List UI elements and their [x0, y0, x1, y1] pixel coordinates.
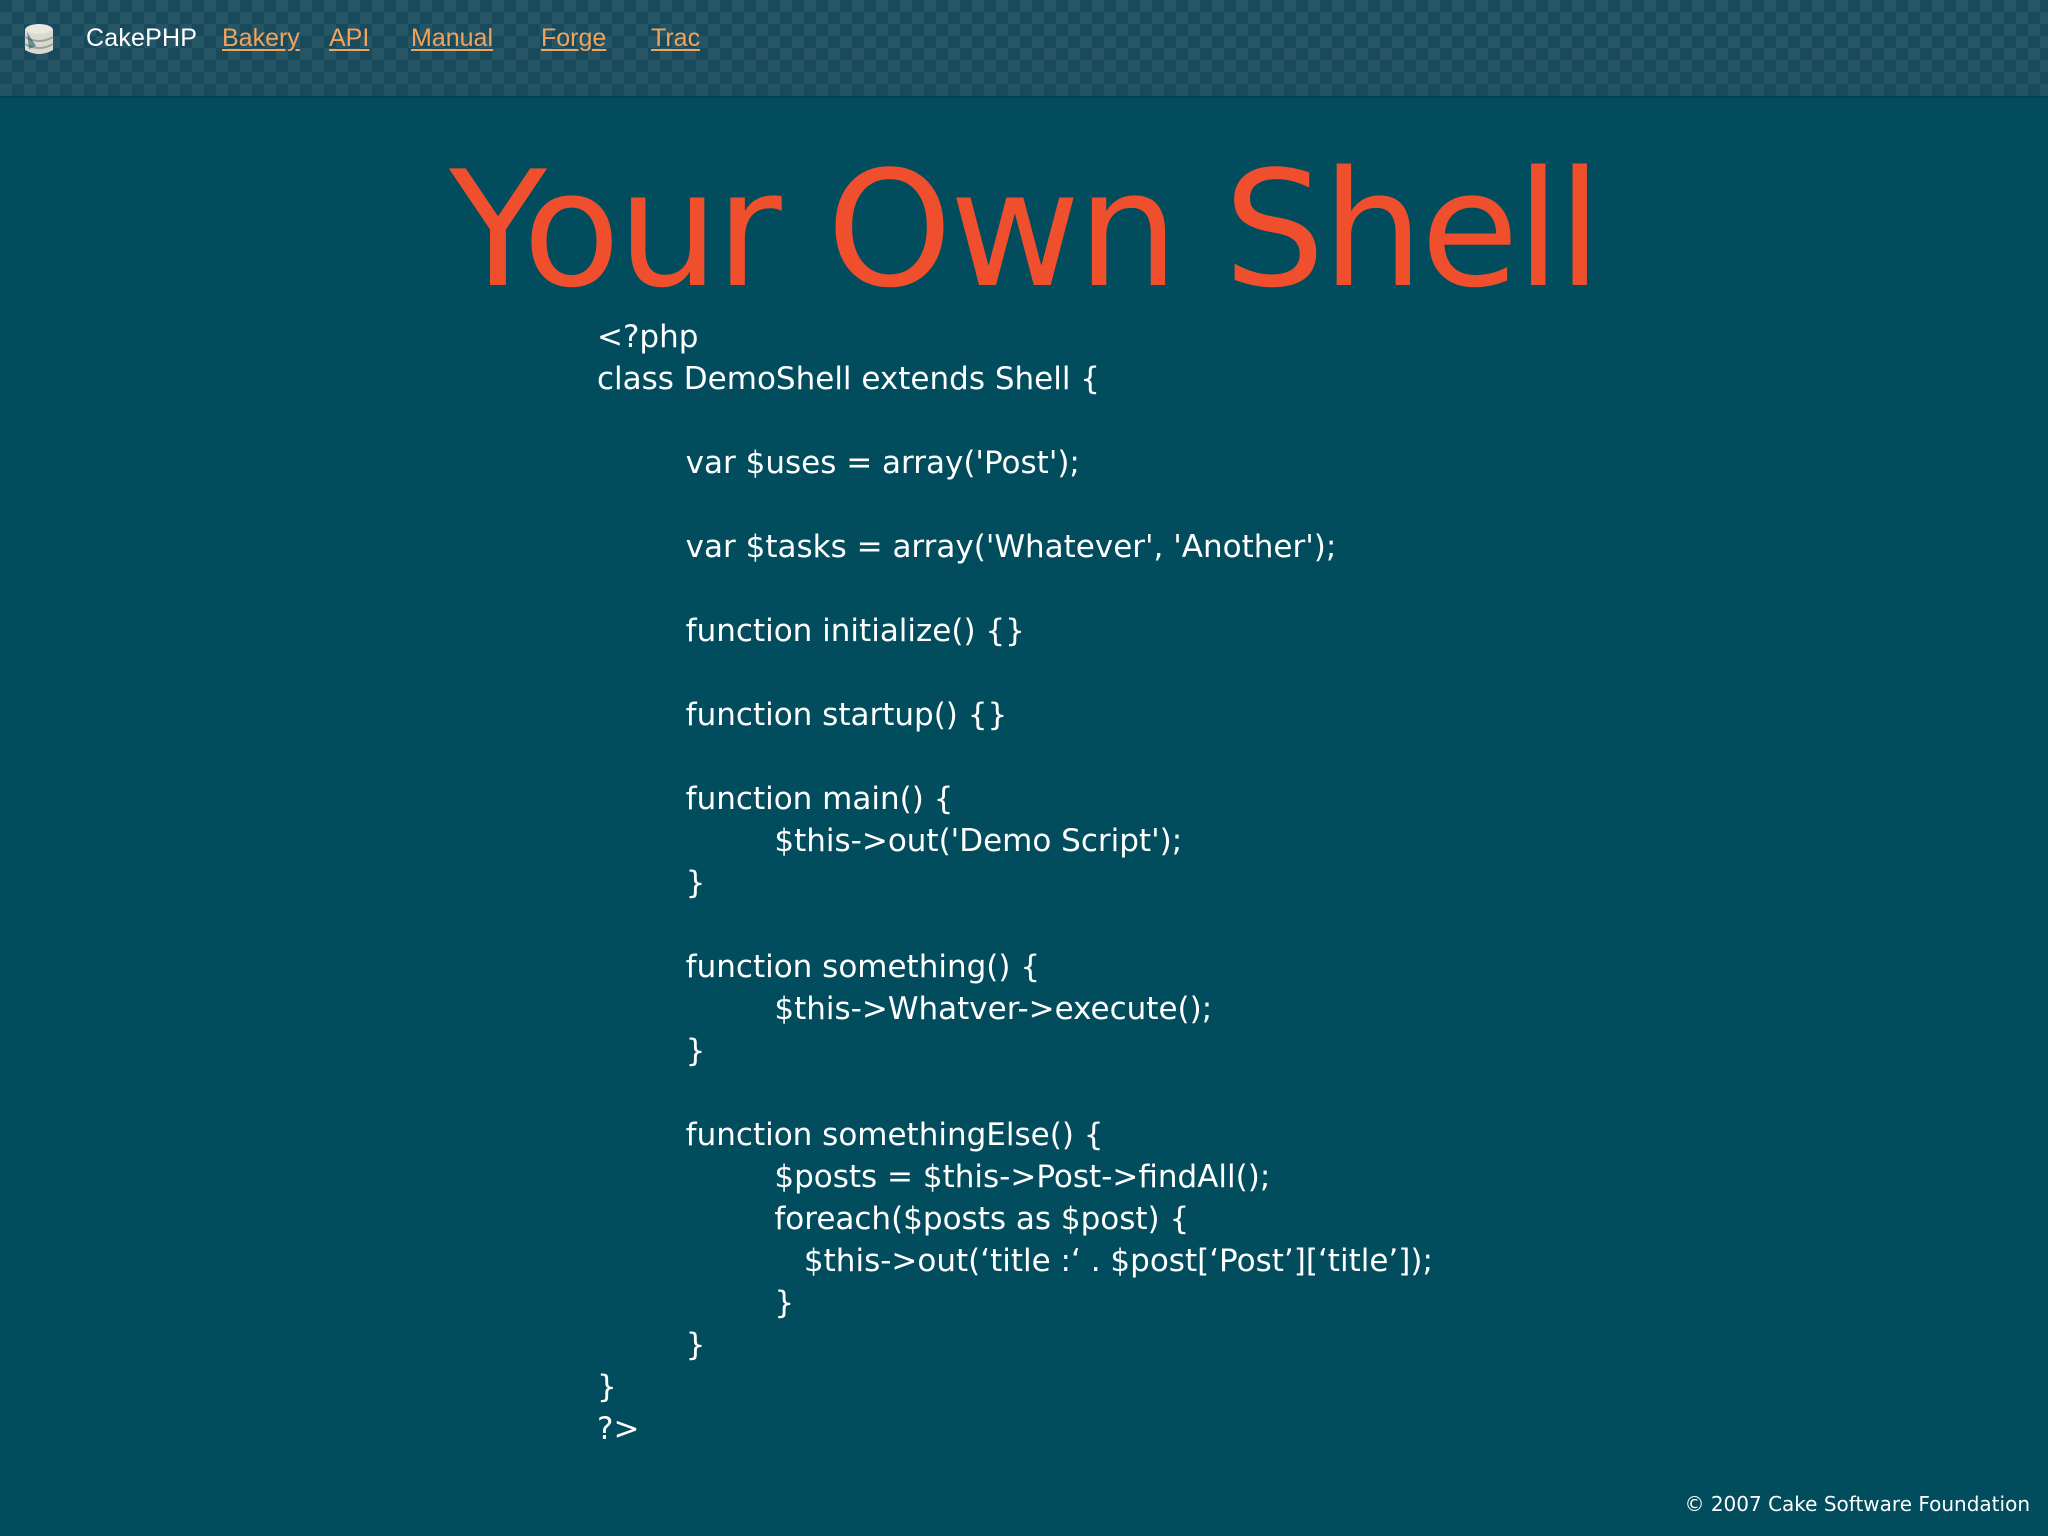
code-line: $this->out('Demo Script'); — [597, 823, 1183, 859]
code-line: } — [597, 865, 706, 901]
cakephp-logo-icon[interactable] — [22, 22, 56, 60]
code-line: foreach($posts as $post) { — [597, 1201, 1190, 1237]
code-line: ?> — [597, 1411, 640, 1447]
nav-link-bakery[interactable]: Bakery — [222, 24, 300, 53]
slide-title: Your Own Shell — [449, 136, 1602, 323]
code-line: } — [597, 1285, 795, 1321]
code-line: function somethingElse() { — [597, 1117, 1104, 1153]
nav-link-manual[interactable]: Manual — [411, 24, 493, 53]
code-line: var $uses = array('Post'); — [597, 445, 1080, 481]
nav-link-forge[interactable]: Forge — [541, 24, 606, 53]
code-line: function initialize() {} — [597, 613, 1025, 649]
nav-link-api[interactable]: API — [329, 24, 369, 53]
code-line: $posts = $this->Post->findAll(); — [597, 1159, 1271, 1195]
brand-name[interactable]: CakePHP — [86, 24, 197, 53]
code-block: <?php class DemoShell extends Shell { var… — [597, 316, 1433, 1450]
code-line: $this->Whatver->execute(); — [597, 991, 1213, 1027]
code-line: var $tasks = array('Whatever', 'Another'… — [597, 529, 1337, 565]
code-line: } — [597, 1369, 617, 1405]
code-line: $this->out(‘title :‘ . $post[‘Post’][‘ti… — [597, 1243, 1433, 1279]
code-line: function main() { — [597, 781, 954, 817]
top-navigation-bar: CakePHP Bakery API Manual Forge Trac — [0, 0, 2048, 96]
code-line: class DemoShell extends Shell { — [597, 361, 1101, 397]
code-line: } — [597, 1327, 706, 1363]
code-line: function startup() {} — [597, 697, 1008, 733]
nav-link-trac[interactable]: Trac — [651, 24, 700, 53]
code-line: <?php — [597, 319, 699, 355]
code-line: function something() { — [597, 949, 1041, 985]
code-line: } — [597, 1033, 706, 1069]
copyright-text: © 2007 Cake Software Foundation — [1684, 1492, 2030, 1516]
